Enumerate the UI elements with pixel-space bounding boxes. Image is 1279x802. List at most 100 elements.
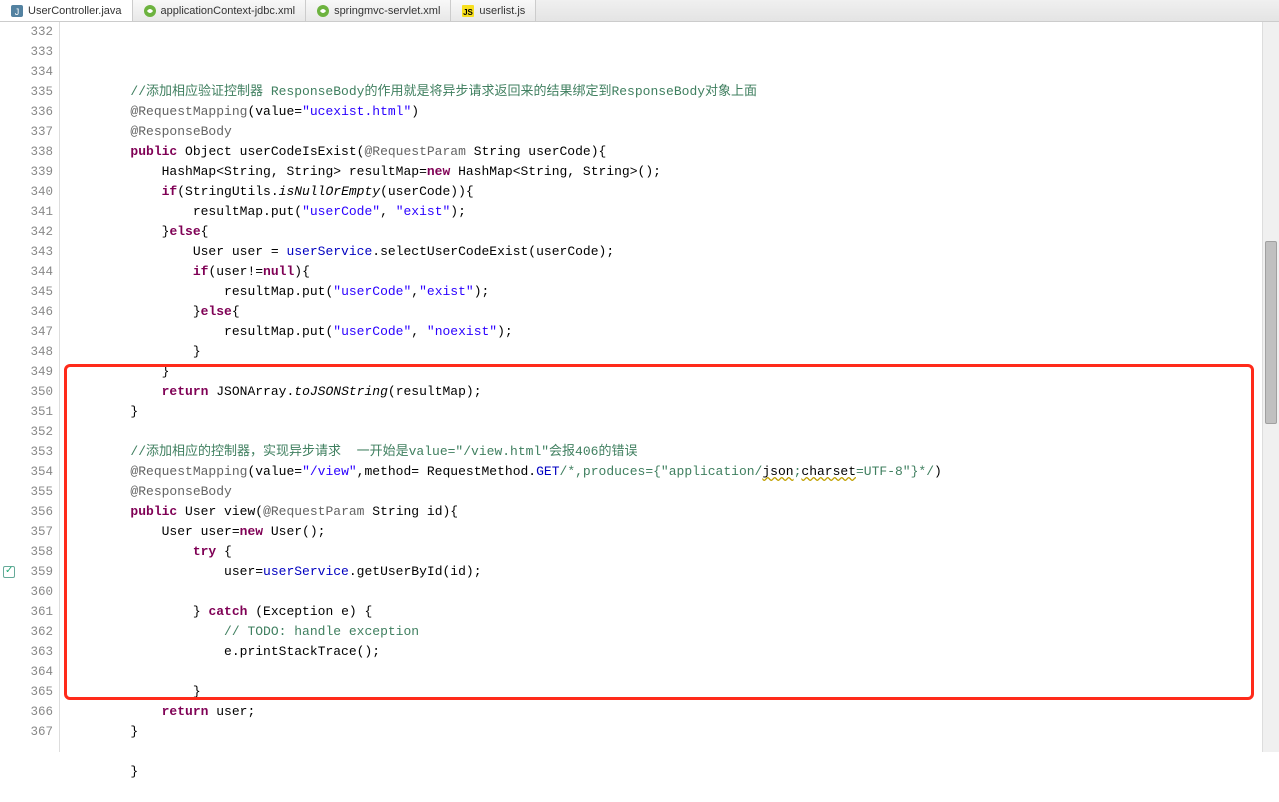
line-number: 357 bbox=[18, 522, 53, 542]
spring-file-icon bbox=[143, 4, 157, 18]
marker-slot bbox=[0, 122, 18, 142]
marker-slot bbox=[0, 622, 18, 642]
marker-slot bbox=[0, 702, 18, 722]
marker-slot bbox=[0, 62, 18, 82]
line-number: 348 bbox=[18, 342, 53, 362]
line-number: 334 bbox=[18, 62, 53, 82]
todo-marker-icon bbox=[3, 566, 15, 578]
code-line[interactable] bbox=[68, 782, 1262, 802]
js-file-icon: JS bbox=[461, 4, 475, 18]
tab-bar-blank bbox=[536, 0, 1279, 21]
line-number: 349 bbox=[18, 362, 53, 382]
code-line[interactable]: } bbox=[68, 722, 1262, 742]
marker-slot bbox=[0, 482, 18, 502]
svg-text:J: J bbox=[15, 7, 20, 17]
line-number: 332 bbox=[18, 22, 53, 42]
code-line[interactable]: } bbox=[68, 342, 1262, 362]
code-line[interactable]: User user=new User(); bbox=[68, 522, 1262, 542]
code-line[interactable]: resultMap.put("userCode","exist"); bbox=[68, 282, 1262, 302]
tab-userlist[interactable]: JS userlist.js bbox=[451, 0, 536, 21]
marker-slot bbox=[0, 582, 18, 602]
line-number: 355 bbox=[18, 482, 53, 502]
line-number: 341 bbox=[18, 202, 53, 222]
code-line[interactable] bbox=[68, 662, 1262, 682]
line-number: 344 bbox=[18, 262, 53, 282]
line-number: 366 bbox=[18, 702, 53, 722]
marker-slot bbox=[0, 462, 18, 482]
code-line[interactable]: @RequestMapping(value="ucexist.html") bbox=[68, 102, 1262, 122]
tab-label: applicationContext-jdbc.xml bbox=[161, 5, 296, 17]
marker-slot bbox=[0, 522, 18, 542]
tab-label: UserController.java bbox=[28, 5, 122, 17]
code-line[interactable]: } bbox=[68, 402, 1262, 422]
code-line[interactable]: //添加相应的控制器，实现异步请求 一开始是value="/view.html"… bbox=[68, 442, 1262, 462]
tab-appcontext[interactable]: applicationContext-jdbc.xml bbox=[133, 0, 307, 21]
line-number: 333 bbox=[18, 42, 53, 62]
line-number: 339 bbox=[18, 162, 53, 182]
code-line[interactable]: return user; bbox=[68, 702, 1262, 722]
code-line[interactable]: } bbox=[68, 762, 1262, 782]
line-number: 335 bbox=[18, 82, 53, 102]
marker-slot bbox=[0, 202, 18, 222]
marker-slot bbox=[0, 542, 18, 562]
marker-slot bbox=[0, 602, 18, 622]
code-line[interactable]: if(StringUtils.isNullOrEmpty(userCode)){ bbox=[68, 182, 1262, 202]
marker-slot bbox=[0, 142, 18, 162]
vertical-scrollbar[interactable] bbox=[1262, 22, 1279, 752]
code-line[interactable]: user=userService.getUserById(id); bbox=[68, 562, 1262, 582]
code-line[interactable] bbox=[68, 582, 1262, 602]
marker-slot bbox=[0, 162, 18, 182]
code-line[interactable]: //添加相应验证控制器 ResponseBody的作用就是将异步请求返回来的结果… bbox=[68, 82, 1262, 102]
code-line[interactable]: e.printStackTrace(); bbox=[68, 642, 1262, 662]
code-line[interactable]: try { bbox=[68, 542, 1262, 562]
code-line[interactable]: } bbox=[68, 682, 1262, 702]
marker-slot bbox=[0, 302, 18, 322]
code-line[interactable] bbox=[68, 422, 1262, 442]
code-line[interactable]: public Object userCodeIsExist(@RequestPa… bbox=[68, 142, 1262, 162]
line-number: 359 bbox=[18, 562, 53, 582]
java-file-icon: J bbox=[10, 4, 24, 18]
code-line[interactable]: } catch (Exception e) { bbox=[68, 602, 1262, 622]
code-line[interactable]: if(user!=null){ bbox=[68, 262, 1262, 282]
code-line[interactable]: resultMap.put("userCode", "exist"); bbox=[68, 202, 1262, 222]
scrollbar-thumb[interactable] bbox=[1265, 241, 1277, 424]
code-line[interactable]: public User view(@RequestParam String id… bbox=[68, 502, 1262, 522]
line-number: 353 bbox=[18, 442, 53, 462]
code-line[interactable]: User user = userService.selectUserCodeEx… bbox=[68, 242, 1262, 262]
marker-slot bbox=[0, 42, 18, 62]
marker-slot bbox=[0, 362, 18, 382]
code-line[interactable]: }else{ bbox=[68, 222, 1262, 242]
code-line[interactable]: resultMap.put("userCode", "noexist"); bbox=[68, 322, 1262, 342]
marker-slot bbox=[0, 342, 18, 362]
code-line[interactable]: // TODO: handle exception bbox=[68, 622, 1262, 642]
code-line[interactable] bbox=[68, 742, 1262, 762]
code-line[interactable]: HashMap<String, String> resultMap=new Ha… bbox=[68, 162, 1262, 182]
line-number: 351 bbox=[18, 402, 53, 422]
code-line[interactable]: @ResponseBody bbox=[68, 482, 1262, 502]
line-number: 360 bbox=[18, 582, 53, 602]
marker-slot bbox=[0, 402, 18, 422]
line-number: 343 bbox=[18, 242, 53, 262]
line-number: 364 bbox=[18, 662, 53, 682]
marker-slot bbox=[0, 22, 18, 42]
line-number: 358 bbox=[18, 542, 53, 562]
tab-label: userlist.js bbox=[479, 5, 525, 17]
tab-usercontroller[interactable]: J UserController.java bbox=[0, 0, 133, 21]
code-line[interactable]: }else{ bbox=[68, 302, 1262, 322]
marker-slot bbox=[0, 222, 18, 242]
marker-slot bbox=[0, 562, 18, 582]
line-number: 338 bbox=[18, 142, 53, 162]
tab-springmvc[interactable]: springmvc-servlet.xml bbox=[306, 0, 451, 21]
code-line[interactable]: } bbox=[68, 362, 1262, 382]
marker-slot bbox=[0, 442, 18, 462]
editor: 3323333343353363373383393403413423433443… bbox=[0, 22, 1279, 752]
line-number-gutter: 3323333343353363373383393403413423433443… bbox=[18, 22, 60, 752]
code-line[interactable]: @ResponseBody bbox=[68, 122, 1262, 142]
line-number: 365 bbox=[18, 682, 53, 702]
code-area[interactable]: //添加相应验证控制器 ResponseBody的作用就是将异步请求返回来的结果… bbox=[60, 22, 1262, 752]
code-line[interactable]: return JSONArray.toJSONString(resultMap)… bbox=[68, 382, 1262, 402]
line-number: 352 bbox=[18, 422, 53, 442]
code-line[interactable]: @RequestMapping(value="/view",method= Re… bbox=[68, 462, 1262, 482]
line-number: 346 bbox=[18, 302, 53, 322]
line-number: 336 bbox=[18, 102, 53, 122]
